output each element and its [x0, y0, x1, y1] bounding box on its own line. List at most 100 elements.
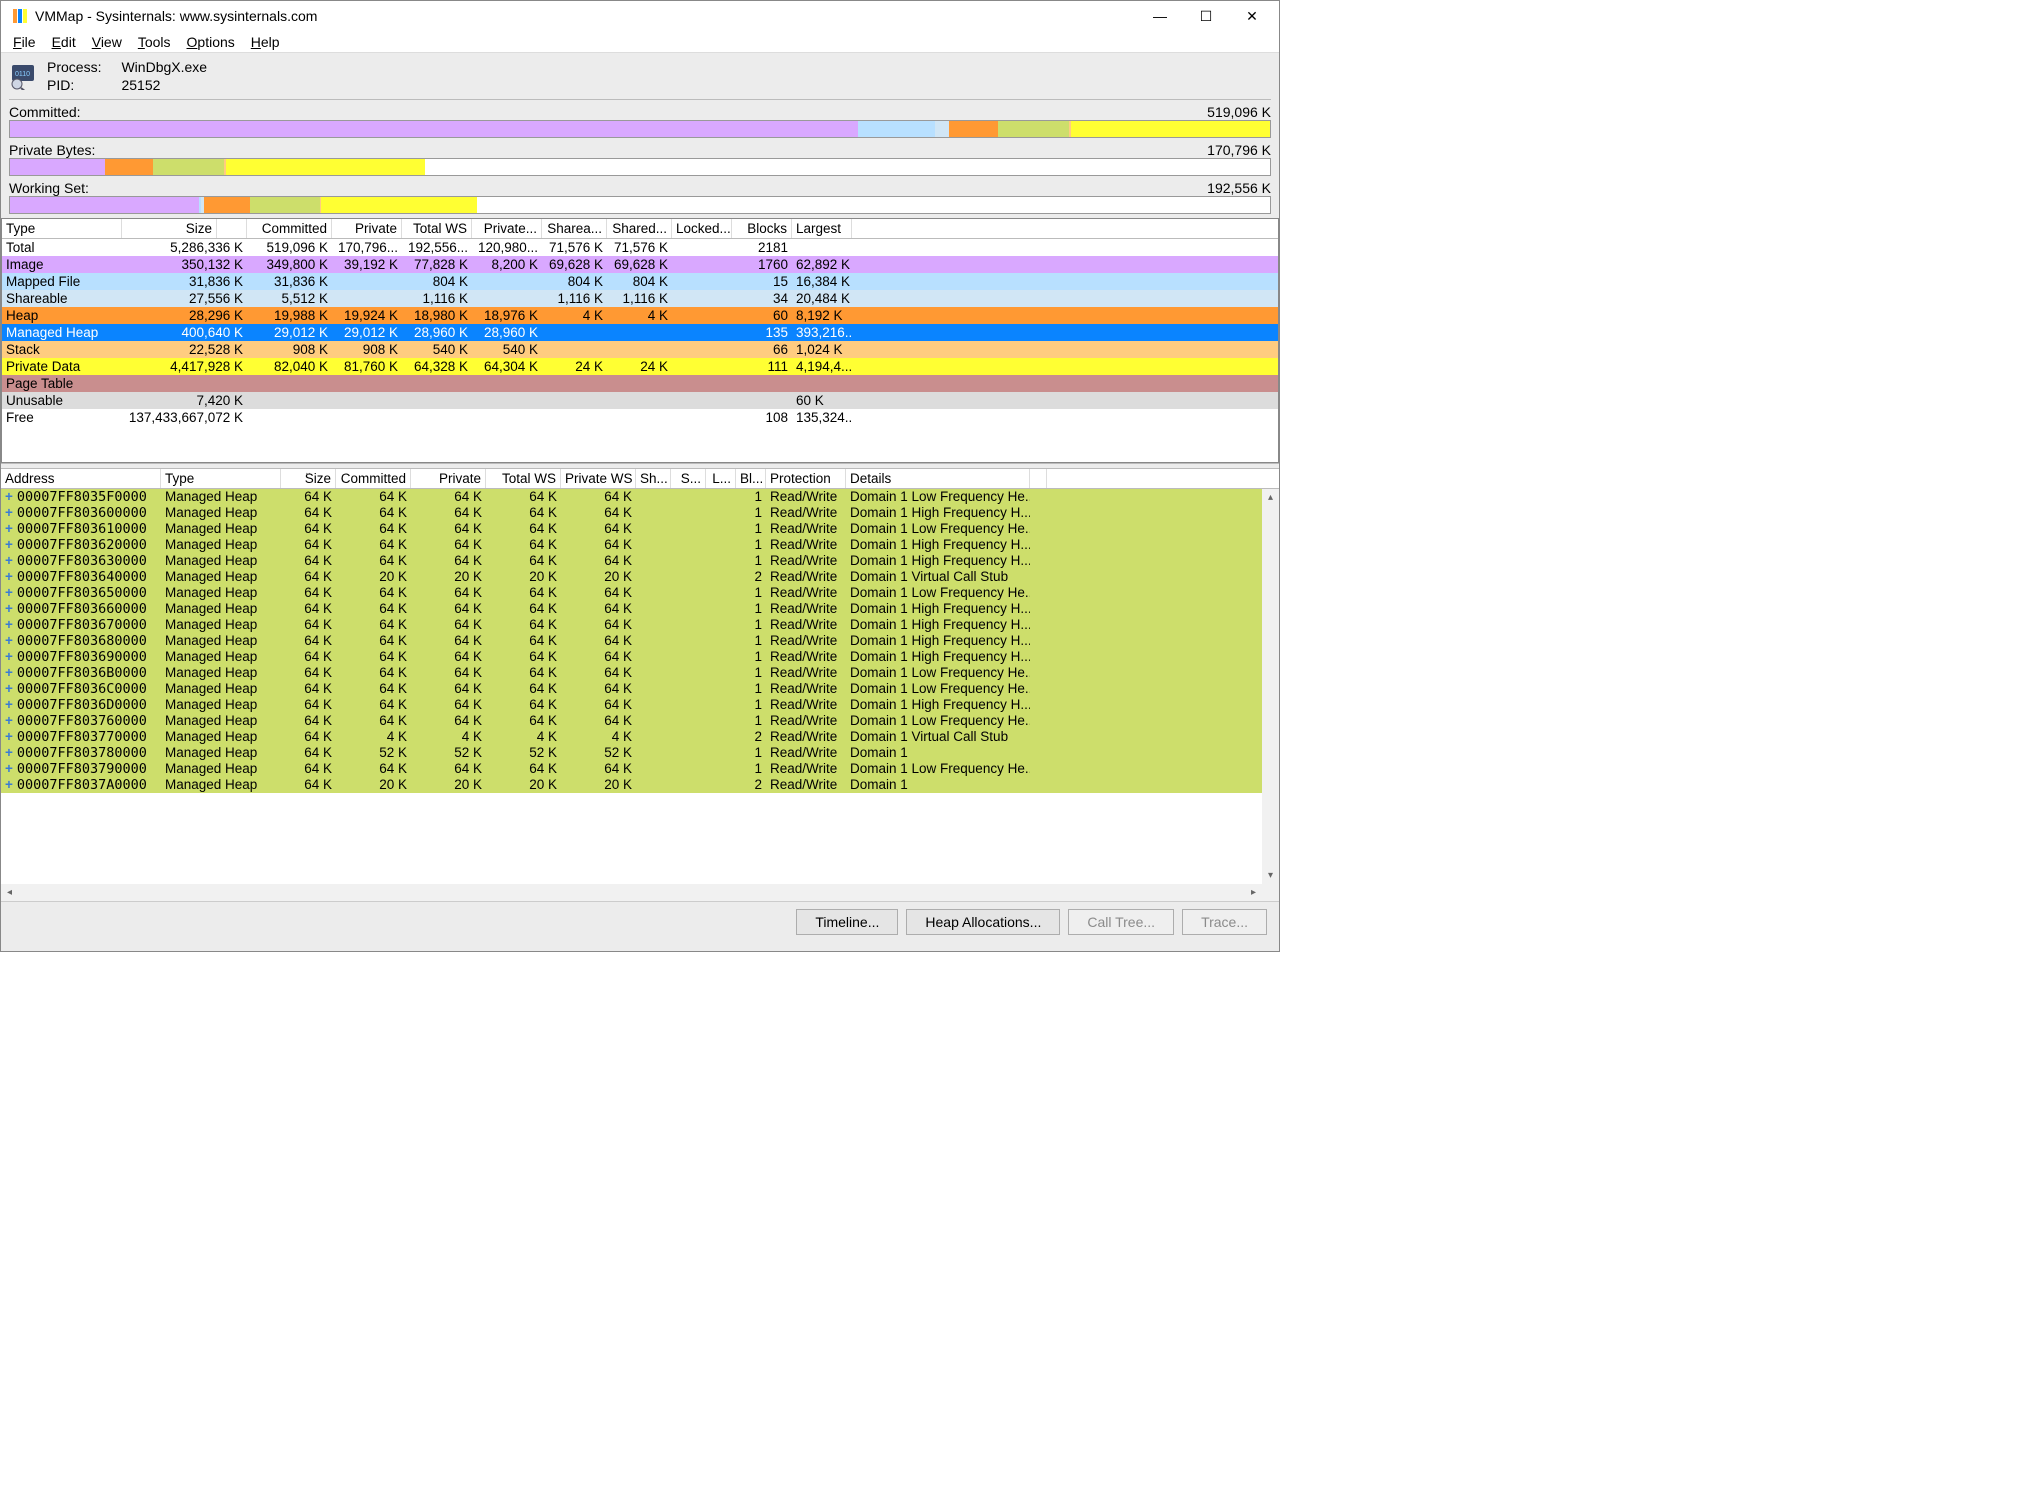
summary-header-cell[interactable]: Private...	[472, 219, 542, 238]
summary-row[interactable]: Managed Heap400,640 K29,012 K29,012 K28,…	[2, 324, 1278, 341]
expand-icon[interactable]: +	[5, 617, 13, 632]
detail-row[interactable]: +00007FF8036C0000Managed Heap64 K64 K64 …	[1, 681, 1262, 697]
detail-row[interactable]: +00007FF803760000Managed Heap64 K64 K64 …	[1, 713, 1262, 729]
detail-header-row[interactable]: AddressType⌄SizeCommittedPrivateTotal WS…	[1, 469, 1279, 489]
scroll-right-icon[interactable]: ▸	[1245, 884, 1262, 901]
detail-header-cell[interactable]: Private WS	[561, 469, 636, 488]
maximize-button[interactable]: ☐	[1183, 1, 1229, 31]
scroll-left-icon[interactable]: ◂	[1, 884, 18, 901]
expand-icon[interactable]: +	[5, 697, 13, 712]
detail-header-cell[interactable]: S...	[671, 469, 706, 488]
expand-icon[interactable]: +	[5, 537, 13, 552]
detail-row[interactable]: +00007FF803610000Managed Heap64 K64 K64 …	[1, 521, 1262, 537]
summary-header-cell[interactable]: Largest	[792, 219, 852, 238]
expand-icon[interactable]: +	[5, 745, 13, 760]
detail-header-cell[interactable]: Committed	[336, 469, 411, 488]
detail-header-cell[interactable]: Total WS	[486, 469, 561, 488]
detail-header-cell[interactable]: Address	[1, 469, 161, 488]
summary-row[interactable]: Total5,286,336 K519,096 K170,796...192,5…	[2, 239, 1278, 256]
detail-row[interactable]: +00007FF803600000Managed Heap64 K64 K64 …	[1, 505, 1262, 521]
detail-row[interactable]: +00007FF803670000Managed Heap64 K64 K64 …	[1, 617, 1262, 633]
expand-icon[interactable]: +	[5, 649, 13, 664]
detail-header-cell[interactable]: L...	[706, 469, 736, 488]
expand-icon[interactable]: +	[5, 681, 13, 696]
expand-icon[interactable]: +	[5, 489, 13, 504]
summary-row[interactable]: Private Data4,417,928 K82,040 K81,760 K6…	[2, 358, 1278, 375]
summary-row[interactable]: Stack22,528 K908 K908 K540 K540 K661,024…	[2, 341, 1278, 358]
detail-header-cell[interactable]: Protection	[766, 469, 846, 488]
expand-icon[interactable]: +	[5, 569, 13, 584]
expand-icon[interactable]: +	[5, 601, 13, 616]
summary-header-cell[interactable]: Type	[2, 219, 122, 238]
summary-row[interactable]: Mapped File31,836 K31,836 K804 K804 K804…	[2, 273, 1278, 290]
close-button[interactable]: ✕	[1229, 1, 1275, 31]
detail-list[interactable]: +00007FF8035F0000Managed Heap64 K64 K64 …	[1, 489, 1262, 884]
horizontal-scrollbar[interactable]: ◂ ▸	[1, 884, 1262, 901]
detail-row[interactable]: +00007FF803790000Managed Heap64 K64 K64 …	[1, 761, 1262, 777]
summary-row[interactable]: Heap28,296 K19,988 K19,924 K18,980 K18,9…	[2, 307, 1278, 324]
summary-header-cell[interactable]	[217, 219, 247, 238]
expand-icon[interactable]: +	[5, 505, 13, 520]
call-tree-button[interactable]: Call Tree...	[1068, 909, 1174, 935]
summary-header-cell[interactable]: Private	[332, 219, 402, 238]
summary-header-cell[interactable]: Sharea...	[542, 219, 607, 238]
detail-cell: 64 K	[486, 713, 561, 729]
scroll-down-icon[interactable]: ▾	[1262, 867, 1279, 884]
expand-icon[interactable]: +	[5, 633, 13, 648]
heap-allocations-button[interactable]: Heap Allocations...	[906, 909, 1060, 935]
summary-row[interactable]: Shareable27,556 K5,512 K1,116 K1,116 K1,…	[2, 290, 1278, 307]
detail-header-cell[interactable]: Sh...	[636, 469, 671, 488]
summary-row[interactable]: Page Table	[2, 375, 1278, 392]
detail-row[interactable]: +00007FF8035F0000Managed Heap64 K64 K64 …	[1, 489, 1262, 505]
expand-icon[interactable]: +	[5, 777, 13, 792]
detail-cell: Domain 1 High Frequency H...	[846, 617, 1030, 633]
menu-file[interactable]: File	[5, 32, 44, 52]
trace-button[interactable]: Trace...	[1182, 909, 1267, 935]
summary-row[interactable]: Free137,433,667,072 K108135,324...	[2, 409, 1278, 426]
detail-row[interactable]: +00007FF803620000Managed Heap64 K64 K64 …	[1, 537, 1262, 553]
detail-row[interactable]: +00007FF803630000Managed Heap64 K64 K64 …	[1, 553, 1262, 569]
detail-row[interactable]: +00007FF803660000Managed Heap64 K64 K64 …	[1, 601, 1262, 617]
detail-row[interactable]: +00007FF803770000Managed Heap64 K4 K4 K4…	[1, 729, 1262, 745]
detail-row[interactable]: +00007FF803640000Managed Heap64 K20 K20 …	[1, 569, 1262, 585]
expand-icon[interactable]: +	[5, 553, 13, 568]
titlebar[interactable]: VMMap - Sysinternals: www.sysinternals.c…	[1, 1, 1279, 31]
detail-header-cell[interactable]: Type	[161, 469, 281, 488]
detail-header-cell[interactable]: Bl...	[736, 469, 766, 488]
expand-icon[interactable]: +	[5, 761, 13, 776]
detail-row[interactable]: +00007FF803650000Managed Heap64 K64 K64 …	[1, 585, 1262, 601]
detail-row[interactable]: +00007FF803780000Managed Heap64 K52 K52 …	[1, 745, 1262, 761]
summary-row[interactable]: Unusable7,420 K60 K	[2, 392, 1278, 409]
summary-header-cell[interactable]: Size	[122, 219, 217, 238]
expand-icon[interactable]: +	[5, 585, 13, 600]
summary-header-cell[interactable]: Shared...	[607, 219, 672, 238]
expand-icon[interactable]: +	[5, 729, 13, 744]
detail-row[interactable]: +00007FF803680000Managed Heap64 K64 K64 …	[1, 633, 1262, 649]
summary-row[interactable]: Image350,132 K349,800 K39,192 K77,828 K8…	[2, 256, 1278, 273]
summary-header-row[interactable]: TypeSize CommittedPrivateTotal WSPrivate.…	[2, 219, 1278, 239]
menu-view[interactable]: View	[84, 32, 130, 52]
summary-table[interactable]: TypeSize CommittedPrivateTotal WSPrivate.…	[1, 218, 1279, 463]
summary-header-cell[interactable]: Locked...	[672, 219, 732, 238]
menu-options[interactable]: Options	[179, 32, 243, 52]
menu-tools[interactable]: Tools	[130, 32, 179, 52]
menu-edit[interactable]: Edit	[44, 32, 84, 52]
expand-icon[interactable]: +	[5, 665, 13, 680]
detail-header-cell[interactable]: Details	[846, 469, 1030, 488]
detail-row[interactable]: +00007FF8036D0000Managed Heap64 K64 K64 …	[1, 697, 1262, 713]
expand-icon[interactable]: +	[5, 521, 13, 536]
detail-header-cell[interactable]: Private	[411, 469, 486, 488]
minimize-button[interactable]: —	[1137, 1, 1183, 31]
vertical-scrollbar[interactable]: ▴ ▾	[1262, 489, 1279, 884]
menu-help[interactable]: Help	[243, 32, 288, 52]
summary-header-cell[interactable]: Blocks	[732, 219, 792, 238]
detail-row[interactable]: +00007FF8037A0000Managed Heap64 K20 K20 …	[1, 777, 1262, 793]
expand-icon[interactable]: +	[5, 713, 13, 728]
scroll-up-icon[interactable]: ▴	[1262, 489, 1279, 506]
detail-row[interactable]: +00007FF803690000Managed Heap64 K64 K64 …	[1, 649, 1262, 665]
detail-row[interactable]: +00007FF8036B0000Managed Heap64 K64 K64 …	[1, 665, 1262, 681]
summary-header-cell[interactable]: Total WS	[402, 219, 472, 238]
timeline-button[interactable]: Timeline...	[796, 909, 898, 935]
detail-header-cell[interactable]: ⌄Size	[281, 469, 336, 488]
summary-header-cell[interactable]: Committed	[247, 219, 332, 238]
